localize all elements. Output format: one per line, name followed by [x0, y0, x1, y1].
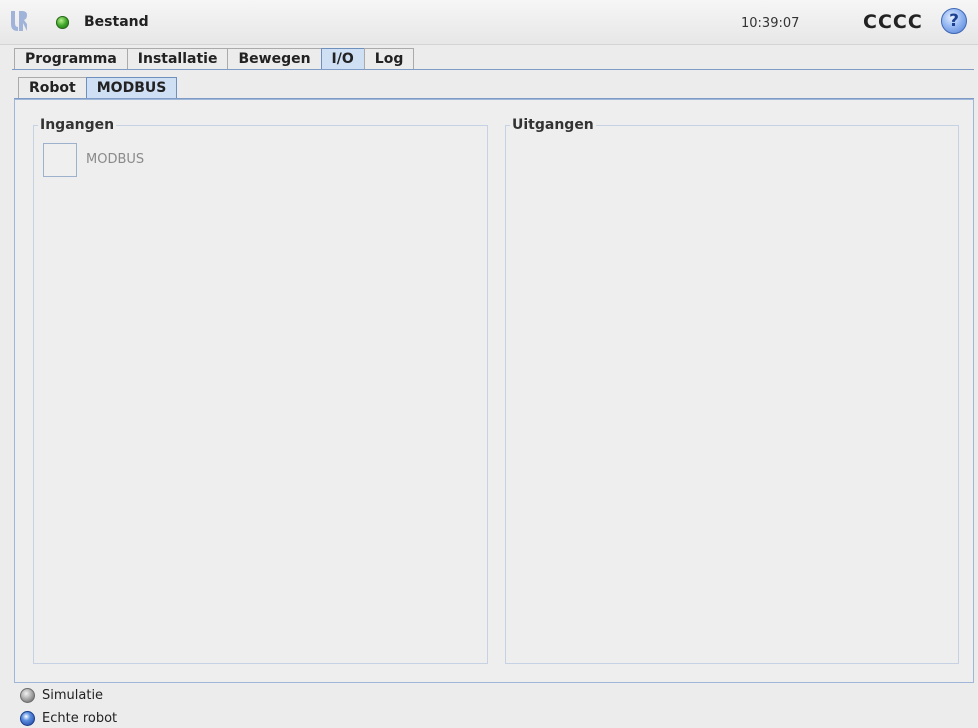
simulation-radio-icon[interactable] — [20, 688, 35, 703]
tab-robot[interactable]: Robot — [18, 77, 87, 98]
file-name-label[interactable]: Bestand — [84, 14, 149, 30]
tab-io[interactable]: I/O — [320, 48, 365, 69]
real-robot-label: Echte robot — [42, 711, 118, 726]
tab-installatie[interactable]: Installatie — [126, 48, 229, 69]
robot-name: CCCC — [863, 11, 923, 33]
main-tabs: Programma Installatie Bewegen I/O Log — [14, 48, 415, 70]
outputs-group-title: Uitgangen — [510, 116, 596, 134]
tab-bewegen[interactable]: Bewegen — [227, 48, 322, 69]
clock: 10:39:07 — [741, 16, 800, 31]
help-question-icon[interactable]: ? — [941, 8, 967, 34]
main-tabs-divider — [12, 69, 974, 70]
ur-logo-icon — [11, 11, 27, 31]
real-robot-option[interactable]: Echte robot — [20, 711, 117, 726]
inputs-group-title: Ingangen — [38, 116, 117, 134]
inputs-group: Ingangen MODBUS — [33, 116, 488, 664]
tab-programma[interactable]: Programma — [14, 48, 128, 69]
modbus-input-indicator[interactable] — [43, 143, 77, 177]
io-panel: Ingangen MODBUS Uitgangen — [14, 99, 974, 683]
sub-tabs: Robot MODBUS — [18, 77, 178, 98]
header-bar: Bestand 10:39:07 CCCC ? — [0, 0, 978, 45]
tab-log[interactable]: Log — [363, 48, 415, 69]
status-green-dot-icon — [56, 16, 69, 29]
outputs-group: Uitgangen — [505, 116, 959, 664]
real-robot-radio-icon[interactable] — [20, 711, 35, 726]
simulation-label: Simulatie — [42, 688, 104, 703]
simulation-option[interactable]: Simulatie — [20, 688, 103, 703]
modbus-input-label: MODBUS — [86, 152, 145, 167]
tab-modbus[interactable]: MODBUS — [85, 77, 178, 98]
